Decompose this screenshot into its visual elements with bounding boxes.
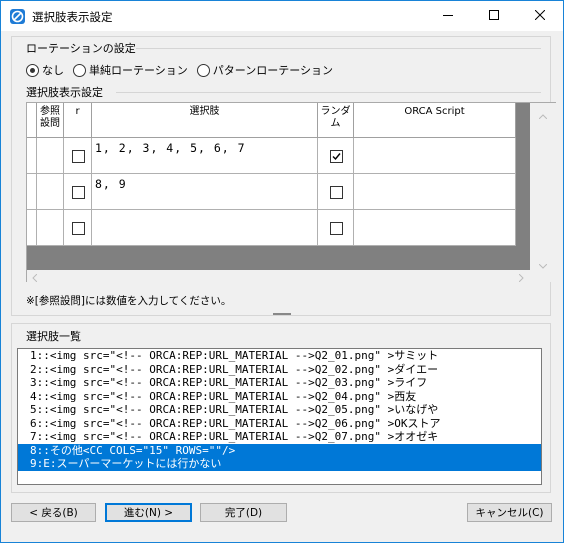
grid-vertical-scrollbar[interactable] — [530, 103, 556, 270]
ref-cell[interactable] — [37, 174, 64, 210]
close-icon — [534, 9, 546, 23]
list-item[interactable]: 3::<img src="<!-- ORCA:REP:URL_MATERIAL … — [18, 376, 541, 390]
ref-cell[interactable] — [37, 138, 64, 174]
radio-simple-label: 単純ローテーション — [89, 64, 188, 77]
rotation-option-pattern[interactable]: パターンローテーション — [196, 62, 334, 78]
rotation-group-divider — [136, 48, 541, 49]
window-title: 選択肢表示設定 — [32, 10, 113, 24]
column-header-ref[interactable]: 参照 設問 — [37, 103, 64, 138]
row-header[interactable] — [27, 210, 37, 246]
r-checkbox[interactable] — [71, 185, 85, 199]
scroll-right-icon[interactable] — [518, 272, 524, 285]
script-cell[interactable] — [354, 174, 516, 210]
choice-display-group-title: 選択肢表示設定 — [26, 86, 103, 99]
choice-cell[interactable]: 1, 2, 3, 4, 5, 6, 7 — [92, 138, 318, 174]
column-header-r[interactable]: r — [64, 103, 92, 138]
grid-row — [27, 210, 516, 246]
finish-button[interactable]: 完了(D) — [200, 503, 287, 522]
scroll-up-icon[interactable] — [538, 109, 548, 122]
row-header[interactable] — [27, 174, 37, 210]
random-cell[interactable] — [318, 138, 354, 174]
settings-panel: ローテーションの設定 なし 単純ローテーション パターンローテーション 選択肢表… — [11, 36, 556, 316]
random-cell[interactable] — [318, 210, 354, 246]
list-item-selected[interactable]: 9:E:スーパーマーケットには行かない — [18, 457, 541, 471]
grid-horizontal-scrollbar[interactable] — [27, 270, 556, 285]
choice-cell[interactable]: 8, 9 — [92, 174, 318, 210]
script-cell[interactable] — [354, 210, 516, 246]
r-checkbox[interactable] — [71, 221, 85, 235]
choice-list-box[interactable]: 1::<img src="<!-- ORCA:REP:URL_MATERIAL … — [17, 348, 542, 485]
list-item-selected[interactable]: 8::その他<CC COLS="15" ROWS=""/> — [18, 443, 541, 457]
r-cell[interactable] — [64, 138, 92, 174]
r-cell[interactable] — [64, 210, 92, 246]
row-header-corner — [27, 103, 37, 138]
rotation-option-none[interactable]: なし — [26, 62, 64, 78]
column-header-choice[interactable]: 選択肢 — [92, 103, 318, 138]
list-item[interactable]: 6::<img src="<!-- ORCA:REP:URL_MATERIAL … — [18, 417, 541, 431]
radio-none-label: なし — [42, 64, 64, 77]
random-checkbox[interactable] — [329, 149, 343, 163]
close-button[interactable] — [517, 1, 563, 31]
column-header-random[interactable]: ランダム — [318, 103, 354, 138]
choice-grid: 参照 設問 r 選択肢 ランダム ORCA Script 1, 2, 3, 4,… — [26, 102, 556, 285]
random-cell[interactable] — [318, 174, 354, 210]
radio-simple-button[interactable] — [73, 63, 86, 77]
back-button[interactable]: < 戻る(B) — [11, 503, 96, 522]
choice-cell[interactable] — [92, 210, 318, 246]
choice-display-group-divider — [116, 92, 541, 93]
list-item[interactable]: 5::<img src="<!-- ORCA:REP:URL_MATERIAL … — [18, 403, 541, 417]
random-checkbox[interactable] — [329, 185, 343, 199]
choice-list-group-title: 選択肢一覧 — [26, 330, 81, 343]
row-header[interactable] — [27, 138, 37, 174]
dialog-window: 選択肢表示設定 ローテーションの設定 なし 単純ローテーション パターンローテー… — [0, 0, 564, 543]
list-item[interactable]: 7::<img src="<!-- ORCA:REP:URL_MATERIAL … — [18, 430, 541, 444]
scroll-left-icon[interactable] — [32, 272, 38, 285]
rotation-option-simple[interactable]: 単純ローテーション — [73, 62, 188, 78]
panel-splitter[interactable] — [273, 313, 291, 315]
list-item[interactable]: 2::<img src="<!-- ORCA:REP:URL_MATERIAL … — [18, 363, 541, 377]
dialog-content: ローテーションの設定 なし 単純ローテーション パターンローテーション 選択肢表… — [1, 31, 563, 542]
app-icon — [10, 9, 25, 24]
list-item[interactable]: 4::<img src="<!-- ORCA:REP:URL_MATERIAL … — [18, 390, 541, 404]
radio-pattern-label: パターンローテーション — [212, 64, 334, 77]
radio-pattern-button[interactable] — [196, 63, 210, 77]
choice-cell-text: 8, 9 — [95, 177, 127, 191]
title-bar: 選択肢表示設定 — [1, 1, 563, 31]
cancel-button[interactable]: キャンセル(C) — [467, 503, 552, 522]
next-button[interactable]: 進む(N) > — [105, 503, 192, 522]
r-cell[interactable] — [64, 174, 92, 210]
list-item[interactable]: 1::<img src="<!-- ORCA:REP:URL_MATERIAL … — [18, 349, 541, 363]
minimize-button[interactable] — [425, 1, 471, 31]
button-bar: < 戻る(B) 進む(N) > 完了(D) キャンセル(C) — [1, 503, 563, 531]
grid-row: 8, 9 — [27, 174, 516, 210]
grid-row: 1, 2, 3, 4, 5, 6, 7 — [27, 138, 516, 174]
r-checkbox[interactable] — [71, 149, 85, 163]
column-header-orca-script[interactable]: ORCA Script — [354, 103, 516, 138]
random-checkbox[interactable] — [329, 221, 343, 235]
choice-cell-text: 1, 2, 3, 4, 5, 6, 7 — [95, 141, 246, 155]
maximize-icon — [489, 9, 499, 23]
grid-header: 参照 設問 r 選択肢 ランダム ORCA Script — [27, 103, 516, 138]
checkmark-icon — [332, 152, 341, 160]
rotation-group-title: ローテーションの設定 — [26, 42, 136, 55]
rotation-options: なし 単純ローテーション パターンローテーション — [26, 63, 342, 77]
script-cell[interactable] — [354, 138, 516, 174]
radio-none-button[interactable] — [26, 63, 39, 77]
grid-body: 参照 設問 r 選択肢 ランダム ORCA Script 1, 2, 3, 4,… — [27, 103, 530, 270]
input-hint-note: ※[参照設問]には数値を入力してください。 — [26, 295, 232, 307]
maximize-button[interactable] — [471, 1, 517, 31]
minimize-icon — [443, 10, 453, 23]
ref-cell[interactable] — [37, 210, 64, 246]
